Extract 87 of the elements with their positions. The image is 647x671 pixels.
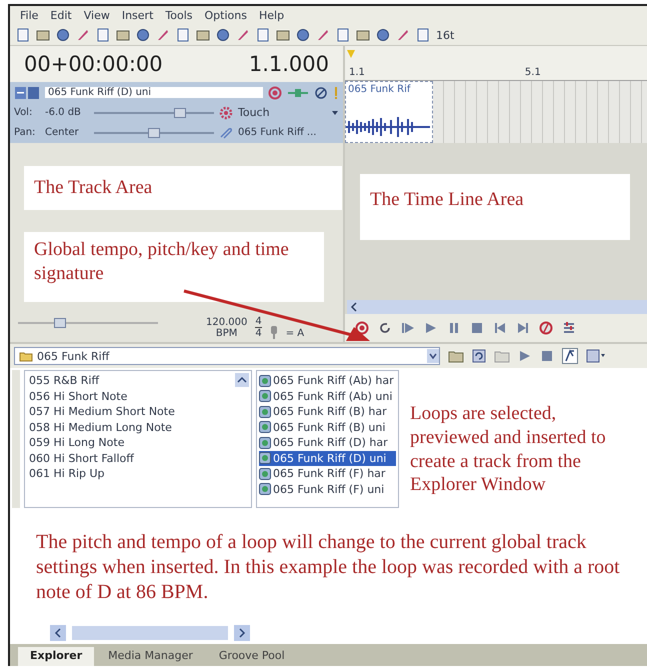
folder-item[interactable]: 056 Hi Short Note	[29, 388, 128, 404]
play-icon[interactable]	[424, 321, 438, 335]
tab[interactable]: Media Manager	[96, 647, 205, 666]
tab[interactable]: Explorer	[18, 647, 94, 666]
play-from-start-icon[interactable]	[401, 321, 415, 335]
tab[interactable]: Groove Pool	[206, 647, 297, 666]
volume-label: Vol:	[14, 107, 34, 118]
automation-mode[interactable]: Touch	[238, 106, 326, 119]
loop-list-item[interactable]: 065 Funk Riff (Ab) har	[259, 373, 396, 388]
scroll-right-icon[interactable]	[234, 625, 250, 641]
pause-icon[interactable]	[447, 321, 461, 335]
pan-label: Pan:	[14, 127, 36, 138]
loop-list-item[interactable]: 065 Funk Riff (D) uni	[259, 450, 396, 466]
menu-item[interactable]: Options	[204, 9, 247, 22]
ruler-label: 1.1	[349, 67, 365, 78]
time-signature-bottom[interactable]: 4	[255, 327, 262, 339]
folder-item[interactable]: 055 R&B Riff	[29, 373, 100, 388]
key-value[interactable]: = A	[286, 328, 304, 339]
loop-list-item[interactable]: 065 Funk Riff (Ab) uni	[259, 388, 396, 404]
annotation-text: The Track Area	[24, 166, 342, 210]
loop-list-item[interactable]: 065 Funk Riff (F) uni	[259, 482, 396, 497]
mixer-icon[interactable]	[562, 321, 576, 335]
time-signature-top[interactable]: 4	[255, 316, 262, 327]
audio-file-icon	[259, 421, 271, 434]
loop-playback-icon[interactable]	[378, 321, 392, 335]
horizontal-scrollbar[interactable]	[50, 625, 250, 641]
horizontal-scrollbar[interactable]	[347, 300, 647, 314]
tempo-unit: BPM	[216, 328, 238, 339]
preview-stop-icon[interactable]	[540, 349, 554, 363]
track-name-field[interactable]: 065 Funk Riff (D) uni	[45, 87, 263, 98]
audio-file-icon	[259, 390, 271, 402]
audio-clip[interactable]: 065 Funk Rif	[345, 81, 433, 143]
caret-icon[interactable]	[331, 110, 339, 116]
track-type-icon[interactable]	[14, 86, 40, 100]
dropdown-icon[interactable]	[427, 349, 439, 363]
audio-file-icon	[259, 406, 271, 418]
scroll-left-icon[interactable]	[350, 302, 358, 312]
audio-file-icon	[259, 436, 271, 449]
menu-item[interactable]: Insert	[122, 9, 154, 22]
volume-value: -6.0 dB	[45, 107, 82, 118]
menu-item[interactable]: Tools	[165, 9, 193, 22]
resize-grip[interactable]	[12, 370, 20, 508]
menu-item[interactable]: Help	[258, 9, 284, 22]
scroll-left-icon[interactable]	[50, 625, 66, 641]
toolbar-label: 16t	[436, 28, 454, 42]
loop-list-item[interactable]: 065 Funk Riff (F) har	[259, 466, 396, 482]
record-icon[interactable]	[355, 321, 369, 335]
loop-icon	[219, 126, 233, 138]
folder-item[interactable]: 058 Hi Medium Long Note	[29, 420, 172, 435]
refresh-icon[interactable]	[472, 349, 486, 363]
audio-file-icon	[259, 452, 271, 464]
annotation-text: The Time Line Area	[360, 174, 630, 240]
clip-title: 065 Funk Rif	[347, 83, 412, 97]
menu-item[interactable]: File	[20, 9, 38, 22]
folder-item[interactable]: 061 Hi Rip Up	[29, 466, 105, 482]
skip-forward-icon[interactable]	[516, 321, 530, 335]
folder-up-icon[interactable]	[448, 349, 464, 363]
gear-icon[interactable]	[219, 106, 233, 120]
views-icon[interactable]	[586, 349, 606, 363]
menu-item[interactable]: View	[84, 9, 110, 22]
timeline-ruler[interactable]: 1.1 5.1	[345, 46, 647, 81]
menu-item[interactable]: Edit	[50, 9, 72, 22]
path-field[interactable]: 065 Funk Riff	[14, 347, 440, 365]
preview-play-icon[interactable]	[518, 349, 532, 363]
folder-item[interactable]: 060 Hi Short Falloff	[29, 450, 134, 466]
annotation-text: Global tempo, pitch/key and time signature	[24, 232, 324, 302]
loop-list-item[interactable]: 065 Funk Riff (D) har	[259, 435, 396, 450]
folder-item[interactable]: 057 Hi Medium Short Note	[29, 404, 175, 420]
folder-item[interactable]: 059 Hi Long Note	[29, 435, 124, 450]
record-arm-icon[interactable]	[268, 86, 282, 100]
loop-list-item[interactable]: 065 Funk Riff (B) har	[259, 404, 396, 420]
audio-file-icon	[259, 374, 271, 387]
mute-icon[interactable]	[314, 86, 328, 100]
audio-file-icon	[259, 468, 271, 480]
beat-counter: 1.1.000	[248, 52, 329, 76]
loop-list-item[interactable]: 065 Funk Riff (B) uni	[259, 420, 396, 435]
scroll-up-icon[interactable]	[235, 373, 249, 387]
cursor-marker-icon[interactable]	[347, 50, 355, 58]
clip-name: 065 Funk Riff ...	[238, 127, 316, 138]
tempo-value[interactable]: 120.000	[206, 317, 248, 328]
document-icon[interactable]	[16, 28, 30, 42]
skip-back-icon[interactable]	[493, 321, 507, 335]
pan-value: Center	[45, 127, 80, 138]
time-counter: 00+00:00:00	[24, 52, 163, 76]
audio-file-icon	[259, 483, 271, 496]
stop-icon[interactable]	[470, 321, 484, 335]
ruler-label: 5.1	[524, 67, 541, 78]
